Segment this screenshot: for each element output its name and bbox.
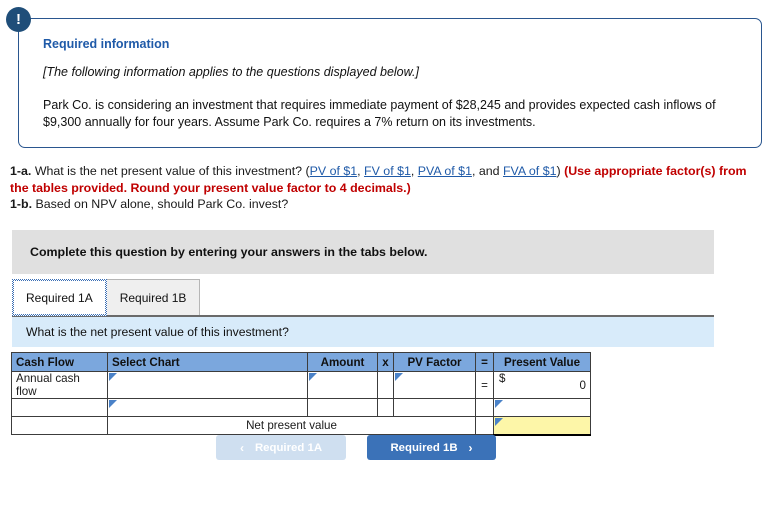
- worksheet-header: Cash Flow Select Chart Amount x PV Facto…: [11, 352, 591, 372]
- table-row: Annual cash flow = $ 0: [11, 371, 591, 399]
- row2-cash-flow-label: [11, 398, 108, 417]
- exclamation-icon: !: [6, 7, 31, 32]
- tab-required-1a[interactable]: Required 1A: [12, 279, 107, 316]
- exclamation-glyph: !: [16, 10, 21, 28]
- question-prompts: 1-a. What is the net present value of th…: [10, 163, 762, 213]
- col-header-select-chart: Select Chart: [107, 352, 308, 372]
- tab-required-1b-label: Required 1B: [119, 290, 187, 305]
- row1-cash-flow-label: Annual cash flow: [11, 371, 108, 399]
- next-button-label: Required 1B: [390, 441, 458, 454]
- col-header-cash-flow: Cash Flow: [11, 352, 108, 372]
- col-header-equals: =: [475, 352, 494, 372]
- col-header-amount: Amount: [307, 352, 378, 372]
- question-1a-text: What is the net present value of this in…: [34, 164, 310, 178]
- chevron-left-icon: ‹: [239, 440, 244, 455]
- instruction-band-text: Complete this question by entering your …: [30, 245, 428, 259]
- table-row-total: Net present value: [11, 416, 591, 436]
- row2-select-chart-dropdown[interactable]: [107, 398, 308, 417]
- row1-amount-input[interactable]: [307, 371, 378, 399]
- row2-pv-factor-input[interactable]: [393, 398, 476, 417]
- callout-applies-note: [The following information applies to th…: [43, 65, 419, 79]
- question-1b-number: 1-b.: [10, 197, 33, 211]
- tab-strip: Required 1A Required 1B: [12, 279, 201, 316]
- question-1b-text: Based on NPV alone, should Park Co. inve…: [35, 197, 289, 211]
- callout-title: Required information: [43, 37, 170, 51]
- col-header-present-value: Present Value: [493, 352, 591, 372]
- sep-2: , and: [471, 164, 503, 178]
- net-present-value-input[interactable]: [493, 416, 591, 436]
- row2-times-cell: [377, 398, 394, 417]
- row1-equals-cell: =: [475, 371, 494, 399]
- row1-present-value-cell: $ 0: [493, 371, 591, 399]
- tab-required-1b[interactable]: Required 1B: [105, 279, 201, 316]
- tab-navigation: ‹ Required 1A Required 1B ›: [216, 435, 496, 460]
- active-question-text: What is the net present value of this in…: [26, 325, 289, 339]
- sep-1: ,: [410, 164, 418, 178]
- table-row: [11, 398, 591, 417]
- row2-present-value-input[interactable]: [493, 398, 591, 417]
- total-row-equals-cell: [475, 416, 494, 435]
- required-information-callout: ! Required information [The following in…: [6, 7, 762, 148]
- row2-equals-cell: [475, 398, 494, 417]
- worksheet-header-row: Cash Flow Select Chart Amount x PV Facto…: [11, 352, 591, 372]
- page-root: ! Required information [The following in…: [0, 0, 779, 529]
- row1-present-value-amount: 0: [579, 378, 586, 392]
- link-fva-of-1[interactable]: FVA of $1: [503, 164, 557, 178]
- row2-amount-input[interactable]: [307, 398, 378, 417]
- npv-worksheet-table: Cash Flow Select Chart Amount x PV Facto…: [11, 352, 591, 436]
- previous-button-label: Required 1A: [254, 441, 323, 454]
- row1-select-chart-dropdown[interactable]: [107, 371, 308, 399]
- callout-body-text: Park Co. is considering an investment th…: [43, 98, 716, 129]
- link-fv-of-1[interactable]: FV of $1: [364, 164, 411, 178]
- col-header-pv-factor: PV Factor: [393, 352, 476, 372]
- col-header-times: x: [377, 352, 394, 372]
- next-required-1b-button[interactable]: Required 1B ›: [367, 435, 496, 460]
- worksheet-body: Annual cash flow = $ 0 Net present value: [11, 371, 591, 436]
- link-pv-of-1[interactable]: PV of $1: [310, 164, 358, 178]
- row1-currency-symbol: $: [499, 372, 506, 385]
- net-present-value-label: Net present value: [107, 416, 476, 435]
- total-row-blank-cell: [11, 416, 108, 435]
- previous-required-1a-button[interactable]: ‹ Required 1A: [216, 435, 346, 460]
- sep-3: ): [556, 164, 561, 178]
- sep-0: ,: [357, 164, 365, 178]
- row1-times-cell: [377, 371, 394, 399]
- question-1b: 1-b. Based on NPV alone, should Park Co.…: [10, 196, 762, 213]
- question-1a: 1-a. What is the net present value of th…: [10, 163, 762, 196]
- chevron-right-icon: ›: [468, 440, 473, 455]
- question-1a-number: 1-a.: [10, 164, 32, 178]
- link-pva-of-1[interactable]: PVA of $1: [418, 164, 472, 178]
- tab-required-1a-label: Required 1A: [26, 290, 93, 305]
- callout-box: ! Required information [The following in…: [6, 7, 762, 148]
- row1-pv-factor-input[interactable]: [393, 371, 476, 399]
- instruction-band: Complete this question by entering your …: [12, 230, 714, 274]
- active-question-band: What is the net present value of this in…: [12, 317, 714, 347]
